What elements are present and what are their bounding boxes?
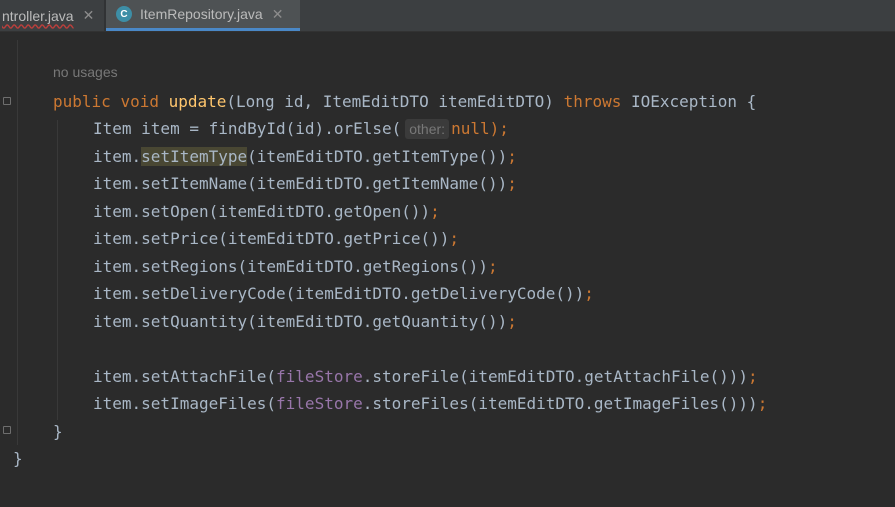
- field-reference: fileStore: [276, 367, 363, 386]
- code-line: item.setImageFiles(fileStore.storeFiles(…: [93, 390, 767, 417]
- tab-label: ItemRepository.java: [140, 6, 263, 22]
- code-text: item.setImageFiles(: [93, 394, 277, 413]
- semicolon: ;: [507, 147, 517, 166]
- semicolon: ;: [584, 284, 594, 303]
- code-line: item.setAttachFile(fileStore.storeFile(i…: [93, 363, 758, 390]
- editor-tab-bar: ntroller.java ✕ C ItemRepository.java ✕: [0, 0, 895, 32]
- semicolon: ;: [507, 312, 517, 331]
- code-line: item.setOpen(itemEditDTO.getOpen());: [93, 198, 440, 225]
- code-text: item.setQuantity(itemEditDTO.getQuantity…: [93, 312, 508, 331]
- semicolon: ;: [757, 394, 768, 413]
- indent-guide: [57, 120, 58, 420]
- highlighted-symbol: setItemType: [141, 147, 248, 166]
- keyword: void: [120, 92, 159, 111]
- code-line: item.setDeliveryCode(itemEditDTO.getDeli…: [93, 280, 594, 307]
- keyword: public: [53, 92, 111, 111]
- code-text: (Long id, ItemEditDTO itemEditDTO): [226, 92, 564, 111]
- usages-hint[interactable]: no usages: [53, 64, 118, 80]
- tab-label: ntroller.java: [2, 7, 74, 24]
- code-text: IOException {: [621, 92, 757, 111]
- code-line: public void update(Long id, ItemEditDTO …: [53, 88, 756, 115]
- method-name: update: [168, 92, 227, 111]
- code-text: );: [489, 119, 509, 138]
- indent-guide: [17, 40, 18, 445]
- semicolon: ;: [430, 202, 440, 221]
- close-icon[interactable]: ✕: [83, 7, 95, 24]
- class-icon: C: [116, 6, 132, 22]
- semicolon: ;: [507, 174, 517, 193]
- code-text: item.setAttachFile(: [93, 367, 277, 386]
- code-line: item.setItemName(itemEditDTO.getItemName…: [93, 170, 517, 197]
- code-text: item.: [93, 147, 142, 166]
- keyword: throws: [563, 92, 622, 111]
- fold-icon[interactable]: [3, 426, 11, 434]
- code-text: item.setItemName(itemEditDTO.getItemName…: [93, 174, 508, 193]
- semicolon: ;: [748, 367, 758, 386]
- field-reference: fileStore: [276, 394, 363, 413]
- code-text: item.setRegions(itemEditDTO.getRegions()…: [93, 257, 488, 276]
- code-line: Item item = findById(id).orElse(other: nu…: [93, 115, 509, 142]
- tab-controller-java[interactable]: ntroller.java ✕: [0, 0, 104, 31]
- code-line: item.setRegions(itemEditDTO.getRegions()…: [93, 253, 498, 280]
- code-text: Item item = findById(id).orElse(: [93, 119, 402, 138]
- semicolon: ;: [449, 229, 460, 248]
- code-text: item.setDeliveryCode(itemEditDTO.getDeli…: [93, 284, 585, 303]
- parameter-hint: other:: [405, 119, 450, 139]
- closing-brace: }: [53, 422, 63, 441]
- code-line: item.setItemType(itemEditDTO.getItemType…: [93, 143, 517, 170]
- code-text: (itemEditDTO.getItemType()): [247, 147, 508, 166]
- code-text: item.setPrice(itemEditDTO.getPrice()): [93, 229, 450, 248]
- semicolon: ;: [487, 257, 498, 276]
- code-line: item.setQuantity(itemEditDTO.getQuantity…: [93, 308, 517, 335]
- tab-item-repository-java[interactable]: C ItemRepository.java ✕: [106, 0, 300, 31]
- code-line: }: [13, 445, 23, 472]
- closing-brace: }: [13, 449, 23, 468]
- code-text: item.setOpen(itemEditDTO.getOpen()): [93, 202, 431, 221]
- code-text: .storeFile(itemEditDTO.getAttachFile())): [362, 367, 749, 386]
- code-line: }: [53, 418, 63, 445]
- keyword: null: [451, 119, 490, 138]
- fold-icon[interactable]: [3, 97, 11, 105]
- code-text: .storeFiles(itemEditDTO.getImageFiles())…: [362, 394, 758, 413]
- code-line: item.setPrice(itemEditDTO.getPrice());: [93, 225, 459, 252]
- close-icon[interactable]: ✕: [272, 6, 284, 23]
